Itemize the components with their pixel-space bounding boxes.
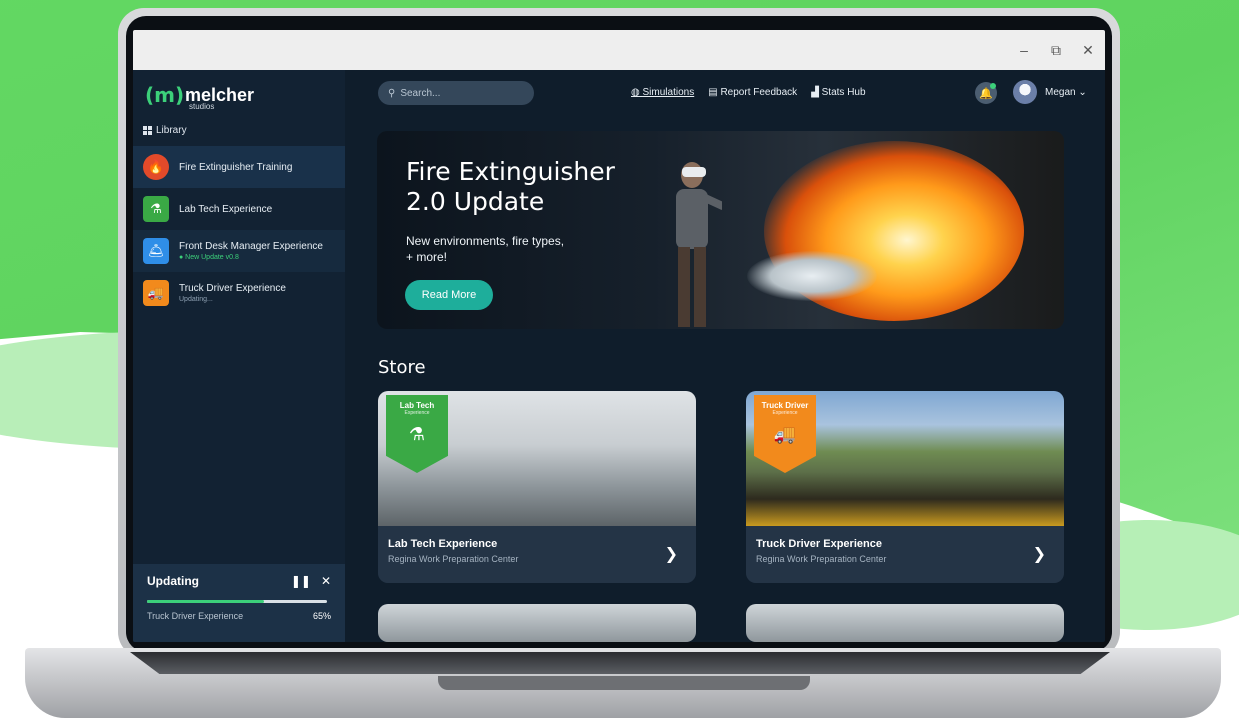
close-icon[interactable]: ✕ <box>321 574 331 588</box>
badge-label: Truck Driver <box>761 401 809 410</box>
desk-icon: 🛎 <box>143 238 169 264</box>
user-menu[interactable]: Megan ⌄ <box>1045 87 1087 98</box>
extinguisher-spray <box>747 251 877 301</box>
avatar[interactable] <box>1013 80 1037 104</box>
nav-links: ◍ Simulations ▤ Report Feedback ▟ Stats … <box>631 87 866 98</box>
search-input[interactable]: ⚲ Search... <box>378 81 534 105</box>
vr-person-image <box>676 162 722 327</box>
feedback-icon: ▤ <box>708 87 721 98</box>
card-title: Lab Tech Experience <box>388 538 498 550</box>
brand-name: melcher <box>185 85 255 105</box>
sidebar: (m) melcher studios Library 🔥 Fire Extin… <box>133 70 345 642</box>
updating-status: Updating... <box>179 296 213 303</box>
notification-bell-icon[interactable]: 🔔 <box>975 82 997 104</box>
nav-report-feedback-label: Report Feedback <box>720 87 798 98</box>
maximize-button[interactable]: ⧉ <box>1049 42 1063 59</box>
update-title: Updating <box>147 574 199 588</box>
update-panel: Updating ❚❚ ✕ Truck Driver Experience 65… <box>133 564 345 642</box>
nav-simulations-label: Simulations <box>642 87 695 98</box>
sidebar-item-front-desk[interactable]: 🛎 Front Desk Manager Experience ● New Up… <box>133 230 345 272</box>
nav-stats-hub[interactable]: ▟ Stats Hub <box>811 87 865 98</box>
chevron-right-icon[interactable]: ❯ <box>1033 544 1046 564</box>
hero-title-line1: Fire Extinguisher <box>406 157 615 186</box>
search-placeholder: Search... <box>400 87 441 99</box>
card-subtitle: Regina Work Preparation Center <box>756 554 887 564</box>
user-name: Megan <box>1045 87 1076 98</box>
laptop-keyboard-edge <box>130 652 1110 674</box>
store-card-partial[interactable] <box>378 604 696 642</box>
sidebar-item-truck-driver[interactable]: 🚚 Truck Driver Experience Updating... <box>133 272 345 314</box>
flask-icon: ⚗ <box>408 424 426 444</box>
sidebar-item-fire-extinguisher[interactable]: 🔥 Fire Extinguisher Training <box>133 146 345 188</box>
hero-description: New environments, fire types, + more! <box>406 233 606 265</box>
card-title: Truck Driver Experience <box>756 538 882 550</box>
chevron-right-icon[interactable]: ❯ <box>665 544 678 564</box>
update-progress-bar <box>147 600 327 603</box>
hero-desc-line1: New environments, fire types, <box>406 234 565 248</box>
lab-image <box>378 604 696 642</box>
sidebar-item-label: Lab Tech Experience <box>179 203 273 215</box>
store-card-partial[interactable] <box>746 604 1064 642</box>
library-heading[interactable]: Library <box>143 125 187 136</box>
update-progress-fill <box>147 600 264 603</box>
grid-icon <box>143 126 152 135</box>
flask-icon: ⚗ <box>143 196 169 222</box>
hero-desc-line2: + more! <box>406 250 448 264</box>
title-bar: – ⧉ ✕ <box>133 30 1105 70</box>
store-card-truck-driver[interactable]: Truck Driver Experience 🚚 Truck Driver E… <box>746 391 1064 583</box>
nav-stats-hub-label: Stats Hub <box>821 87 866 98</box>
nav-simulations[interactable]: ◍ Simulations <box>631 87 694 98</box>
globe-icon: ◍ <box>631 87 643 98</box>
library-label: Library <box>156 125 187 136</box>
stats-icon: ▟ <box>811 87 822 98</box>
search-icon: ⚲ <box>388 87 396 99</box>
store-heading: Store <box>378 357 426 378</box>
card-footer: Truck Driver Experience Regina Work Prep… <box>746 526 1064 583</box>
pause-icon[interactable]: ❚❚ <box>291 574 311 588</box>
sidebar-item-label: Truck Driver Experience <box>179 283 286 294</box>
truck-icon: 🚚 <box>143 280 169 306</box>
truck-icon: 🚚 <box>773 424 797 444</box>
brand-sub: studios <box>189 102 215 111</box>
sidebar-item-lab-tech[interactable]: ⚗ Lab Tech Experience <box>133 188 345 230</box>
update-item: Truck Driver Experience <box>147 611 244 621</box>
nav-report-feedback[interactable]: ▤ Report Feedback <box>708 87 797 98</box>
top-nav: ⚲ Search... ◍ Simulations ▤ Report Feedb… <box>345 70 1105 116</box>
sidebar-item-label: Fire Extinguisher Training <box>179 161 293 173</box>
card-subtitle: Regina Work Preparation Center <box>388 554 519 564</box>
read-more-button[interactable]: Read More <box>405 280 493 310</box>
laptop-notch <box>438 676 810 690</box>
hero-banner[interactable]: Fire Extinguisher 2.0 Update New environ… <box>377 131 1064 329</box>
chevron-down-icon: ⌄ <box>1078 87 1087 98</box>
close-button[interactable]: ✕ <box>1081 42 1095 59</box>
badge-label: Lab Tech <box>399 401 435 410</box>
lab-image <box>746 604 1064 642</box>
store-card-lab-tech[interactable]: Lab Tech Experience ⚗ Lab Tech Experienc… <box>378 391 696 583</box>
library-list: 🔥 Fire Extinguisher Training ⚗ Lab Tech … <box>133 146 345 314</box>
logo-mark-icon: (m) <box>145 83 185 107</box>
badge-sub: Experience <box>772 410 798 416</box>
hero-title: Fire Extinguisher 2.0 Update <box>406 157 615 217</box>
hero-title-line2: 2.0 Update <box>406 187 545 216</box>
card-footer: Lab Tech Experience Regina Work Preparat… <box>378 526 696 583</box>
notification-dot <box>990 83 996 89</box>
minimize-button[interactable]: – <box>1017 42 1031 58</box>
update-status: ● New Update v0.8 <box>179 254 239 261</box>
fire-icon: 🔥 <box>143 154 169 180</box>
app-window: – ⧉ ✕ (m) melcher studios Library 🔥 Fire… <box>133 30 1105 642</box>
badge-sub: Experience <box>404 410 430 416</box>
update-percent: 65% <box>312 611 331 621</box>
sidebar-item-label: Front Desk Manager Experience <box>179 241 323 252</box>
